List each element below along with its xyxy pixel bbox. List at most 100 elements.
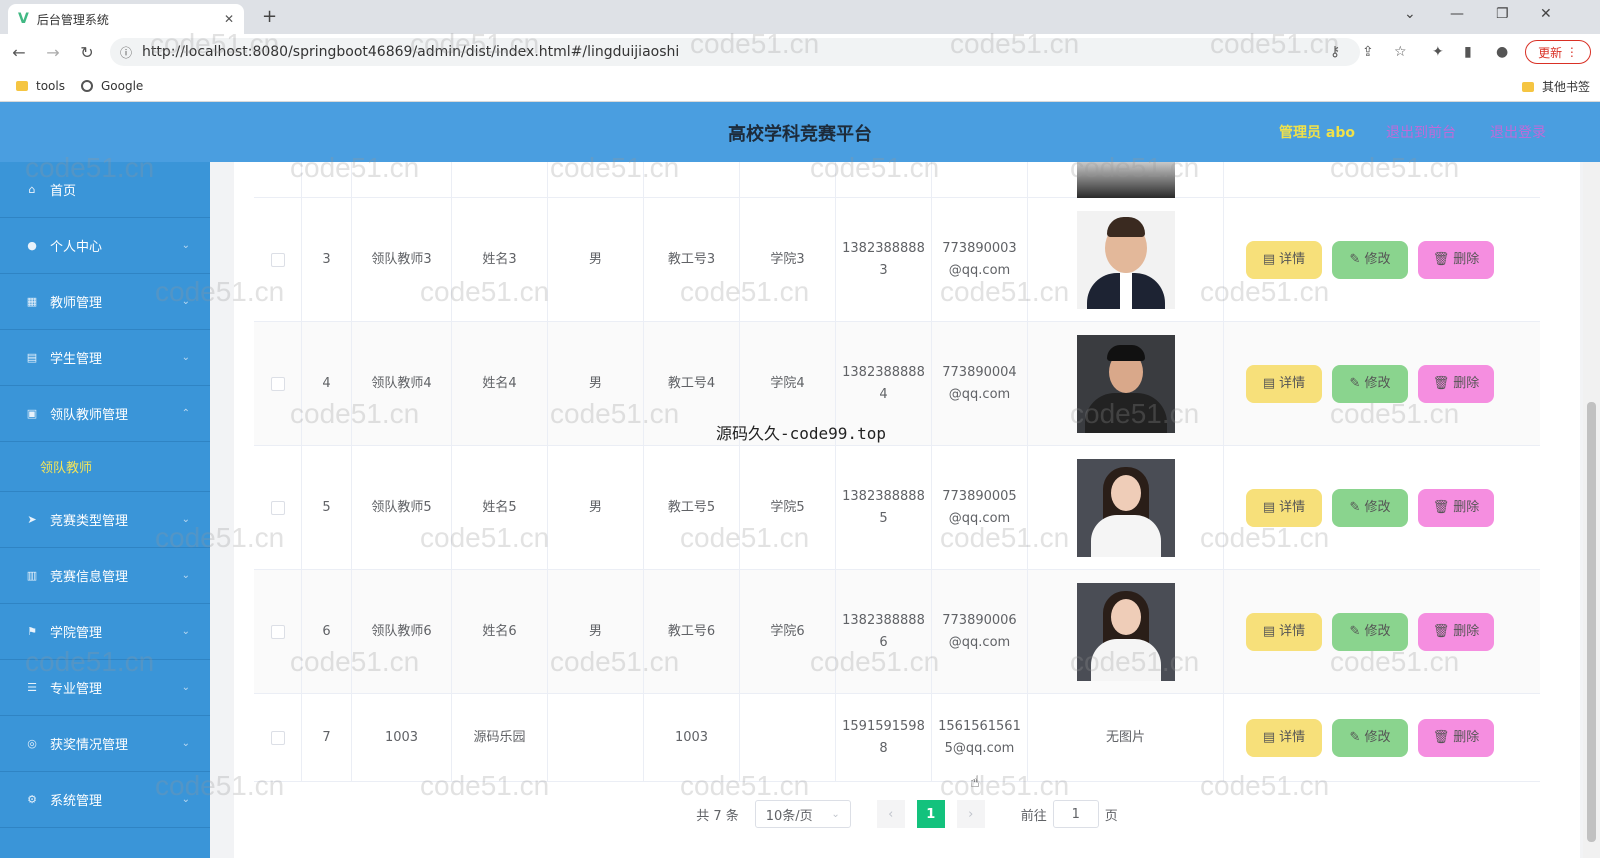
edit-button[interactable]: ✎ 修改 <box>1332 364 1408 403</box>
sidebar-item-label: 竞赛类型管理 <box>50 514 129 529</box>
delete-button[interactable]: 🗑 删除 <box>1418 612 1494 651</box>
sidebar-item-contest-types[interactable]: ➤ 竞赛类型管理 ⌄ <box>0 492 210 548</box>
teacher-photo[interactable] <box>1076 334 1175 433</box>
row-checkbox[interactable] <box>270 624 285 639</box>
edit-button[interactable]: ✎ 修改 <box>1332 612 1408 651</box>
extensions-icon[interactable]: ✦ <box>1432 44 1444 60</box>
next-page-button[interactable]: › <box>956 800 985 828</box>
close-window-icon[interactable]: ✕ <box>1540 6 1552 22</box>
name-cell: 姓名4 <box>452 322 548 445</box>
other-bookmarks-label: 其他书签 <box>1541 80 1590 94</box>
chevron-down-icon: ⌄ <box>181 794 190 805</box>
vertical-scrollbar[interactable] <box>1583 162 1600 858</box>
key-icon[interactable]: ⚷ <box>1330 44 1340 60</box>
pagination: 共 7 条 10条/页 ⌄ ‹ 1 › 前往 1 页 <box>234 794 1580 834</box>
sidebar-item-contest-info[interactable]: ▥ 竞赛信息管理 ⌄ <box>0 548 210 604</box>
sidebar-subitem-lead-teacher[interactable]: 领队教师 <box>0 442 210 492</box>
detail-button[interactable]: ▤ 详情 <box>1246 364 1322 403</box>
star-icon[interactable]: ☆ <box>1394 44 1407 60</box>
detail-label: 详情 <box>1279 251 1306 267</box>
document-icon: ▤ <box>1262 251 1276 267</box>
exit-to-frontend-link[interactable]: 退出到前台 <box>1386 122 1456 142</box>
delete-label: 删除 <box>1453 375 1480 391</box>
goto-page-input[interactable]: 1 <box>1052 800 1099 828</box>
row-index: 3 <box>302 198 352 321</box>
delete-button[interactable]: 🗑 删除 <box>1418 240 1494 279</box>
staff-no-cell: 1003 <box>644 694 740 781</box>
trash-icon: 🗑 <box>1432 729 1450 745</box>
detail-label: 详情 <box>1279 729 1306 745</box>
forward-icon[interactable]: → <box>38 43 68 62</box>
table-row: 5 领队教师5 姓名5 男 教工号5 学院5 13823888885 77389… <box>254 446 1540 570</box>
delete-button[interactable]: 🗑 删除 <box>1418 488 1494 527</box>
sidebar-item-label: 竞赛信息管理 <box>50 570 129 585</box>
update-button[interactable]: 更新 ⋮ <box>1525 40 1591 64</box>
bookmarks-bar: tools Google 其他书签 <box>0 70 1600 102</box>
new-tab-icon[interactable]: + <box>262 6 277 27</box>
row-checkbox[interactable] <box>270 376 285 391</box>
sidebar-item-profile[interactable]: ● 个人中心 ⌄ <box>0 218 210 274</box>
url-text[interactable]: http://localhost:8080/springboot46869/ad… <box>142 44 679 60</box>
teacher-photo[interactable] <box>1076 582 1175 681</box>
edit-button[interactable]: ✎ 修改 <box>1332 718 1408 757</box>
reload-icon[interactable]: ↻ <box>72 43 102 62</box>
scrollbar-thumb[interactable] <box>1587 402 1596 842</box>
sex-cell: 男 <box>548 198 644 321</box>
delete-button[interactable]: 🗑 删除 <box>1418 718 1494 757</box>
sidebar-item-system[interactable]: ⚙ 系统管理 ⌄ <box>0 772 210 828</box>
detail-button[interactable]: ▤ 详情 <box>1246 612 1322 651</box>
row-checkbox[interactable] <box>270 730 285 745</box>
bookmark-google[interactable]: Google <box>80 79 143 93</box>
trash-icon: 🗑 <box>1432 623 1450 639</box>
sidebar-item-lead-teachers[interactable]: ▣ 领队教师管理 ⌃ <box>0 386 210 442</box>
sidepanel-icon[interactable]: ▮ <box>1464 44 1472 60</box>
tab-search-icon[interactable]: ⌄ <box>1404 6 1416 22</box>
logout-link[interactable]: 退出登录 <box>1490 122 1546 142</box>
delete-button[interactable]: 🗑 删除 <box>1418 364 1494 403</box>
grid-icon: ▦ <box>26 295 38 308</box>
chevron-down-icon: ⌄ <box>181 570 190 581</box>
detail-button[interactable]: ▤ 详情 <box>1246 240 1322 279</box>
vue-logo-icon: V <box>18 11 29 27</box>
email-cell: 773890006@qq.com <box>932 570 1028 693</box>
delete-label: 删除 <box>1453 623 1480 639</box>
profile-icon[interactable]: ● <box>1496 44 1508 60</box>
sidebar-item-students[interactable]: ▤ 学生管理 ⌄ <box>0 330 210 386</box>
minimize-icon[interactable]: — <box>1450 6 1464 22</box>
folder-icon <box>16 80 28 91</box>
omnibox[interactable]: ⓘ http://localhost:8080/springboot46869/… <box>110 38 1360 66</box>
sidebar-item-home[interactable]: ⌂ 首页 <box>0 162 210 218</box>
page-number-button[interactable]: 1 <box>916 800 945 828</box>
detail-button[interactable]: ▤ 详情 <box>1246 718 1322 757</box>
row-checkbox[interactable] <box>270 252 285 267</box>
bookmark-tools[interactable]: tools <box>16 79 65 93</box>
folder-icon <box>1521 81 1534 92</box>
hand-cursor-icon: ☝ <box>970 772 980 791</box>
share-icon[interactable]: ⇪ <box>1362 44 1374 60</box>
edit-button[interactable]: ✎ 修改 <box>1332 240 1408 279</box>
other-bookmarks[interactable]: 其他书签 <box>1521 78 1590 95</box>
settings-icon: ⚙ <box>27 793 37 806</box>
sidebar-item-majors[interactable]: ☰ 专业管理 ⌄ <box>0 660 210 716</box>
app-header: 高校学科竞赛平台 管理员 abo 退出到前台 退出登录 <box>0 102 1600 162</box>
account-cell: 1003 <box>352 694 452 781</box>
site-info-icon[interactable]: ⓘ <box>120 44 132 61</box>
detail-button[interactable]: ▤ 详情 <box>1246 488 1322 527</box>
close-tab-icon[interactable]: ✕ <box>224 12 234 26</box>
browser-tab[interactable]: V 后台管理系统 ✕ <box>8 4 244 34</box>
restore-icon[interactable]: ❐ <box>1496 6 1509 22</box>
edit-button[interactable]: ✎ 修改 <box>1332 488 1408 527</box>
sidebar-item-label: 学院管理 <box>50 626 103 641</box>
sidebar-item-teachers[interactable]: ▦ 教师管理 ⌄ <box>0 274 210 330</box>
sidebar-item-colleges[interactable]: ⚑ 学院管理 ⌄ <box>0 604 210 660</box>
college-cell: 学院6 <box>740 570 836 693</box>
list-icon: ☰ <box>27 681 37 694</box>
row-checkbox[interactable] <box>270 500 285 515</box>
page-size-select[interactable]: 10条/页 ⌄ <box>754 800 851 828</box>
teacher-photo[interactable] <box>1076 210 1175 309</box>
sidebar-item-awards[interactable]: ◎ 获奖情况管理 ⌄ <box>0 716 210 772</box>
back-icon[interactable]: ← <box>4 43 34 62</box>
teacher-photo[interactable] <box>1076 458 1175 557</box>
staff-no-cell: 教工号3 <box>644 198 740 321</box>
prev-page-button[interactable]: ‹ <box>876 800 905 828</box>
